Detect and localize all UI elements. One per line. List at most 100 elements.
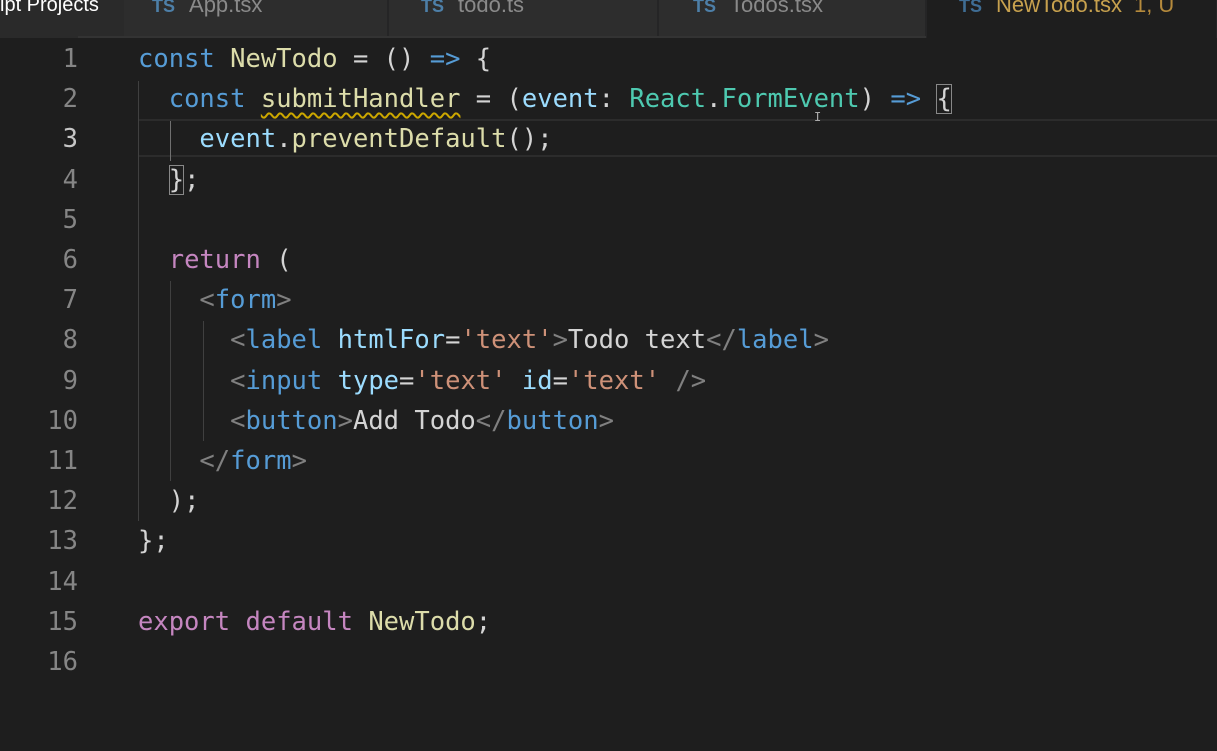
code-token: </ <box>475 405 507 436</box>
tab-todos-tsx[interactable]: TS Todos.tsx <box>659 0 926 38</box>
code-token: < <box>199 285 215 316</box>
tab-app-tsx[interactable]: TS App.tsx <box>124 0 388 38</box>
mouse-ibeam-cursor-icon: I <box>814 110 822 124</box>
line-number[interactable]: 11 <box>0 441 78 481</box>
code-token: export <box>138 606 231 637</box>
code-token: label <box>245 325 323 356</box>
code-text[interactable]: <button>Add Todo</button> <box>138 401 614 441</box>
line-number[interactable]: 9 <box>0 361 78 401</box>
line-number[interactable]: 8 <box>0 320 78 360</box>
code-text[interactable]: <label htmlFor='text'>Todo text</label> <box>138 320 829 360</box>
project-title-text: ipt Projects <box>0 0 99 16</box>
line-number[interactable]: 16 <box>0 642 78 682</box>
code-token: = <box>399 365 415 396</box>
code-token: Add Todo <box>352 405 476 436</box>
tab-label: Todos.tsx <box>730 0 823 17</box>
code-token: 'text' <box>460 325 553 356</box>
code-token: FormEvent <box>721 84 860 115</box>
code-line-3[interactable]: 3 event.preventDefault(); <box>0 119 1217 159</box>
code-editor[interactable]: 1 const NewTodo = () => {2 const submitHa… <box>0 38 1217 751</box>
code-line-10[interactable]: 10 <button>Add Todo</button> <box>0 401 1217 441</box>
code-token: default <box>245 606 353 637</box>
code-token: event <box>199 124 277 155</box>
typescript-icon: TS <box>959 0 983 16</box>
code-token: input <box>245 365 323 396</box>
code-line-5[interactable]: 5 <box>0 200 1217 240</box>
typescript-icon: TS <box>693 0 717 16</box>
code-text[interactable]: }; <box>138 521 169 561</box>
code-line-15[interactable]: 15 export default NewTodo; <box>0 602 1217 642</box>
code-text[interactable]: event.preventDefault(); <box>138 119 553 159</box>
code-text[interactable]: <form> <box>138 280 292 320</box>
line-number[interactable]: 6 <box>0 240 78 280</box>
tab-label: App.tsx <box>189 0 263 17</box>
code-token: label <box>736 325 814 356</box>
code-token: > <box>598 405 614 436</box>
code-token: /> <box>675 365 707 396</box>
code-token: = ( <box>460 84 522 115</box>
code-token: = <box>552 365 568 396</box>
code-token: > <box>337 405 353 436</box>
code-text[interactable]: }; <box>138 160 199 200</box>
code-token: </ <box>199 446 231 476</box>
line-number[interactable]: 12 <box>0 481 78 521</box>
code-line-1[interactable]: 1 const NewTodo = () => { <box>0 39 1217 79</box>
code-token: < <box>230 405 246 436</box>
code-line-11[interactable]: 11 </form> <box>0 441 1217 481</box>
code-token: => <box>890 84 922 115</box>
line-number[interactable]: 4 <box>0 160 78 200</box>
code-text[interactable]: return ( <box>138 240 292 280</box>
code-line-6[interactable]: 6 return ( <box>0 240 1217 280</box>
line-number[interactable]: 5 <box>0 200 78 240</box>
code-line-2[interactable]: 2 const submitHandler = (event: React.Fo… <box>0 79 1217 119</box>
code-line-12[interactable]: 12 ); <box>0 481 1217 521</box>
line-number[interactable]: 2 <box>0 79 78 119</box>
code-token: NewTodo <box>368 606 476 637</box>
code-line-16[interactable]: 16 <box>0 642 1217 682</box>
code-token: }; <box>138 526 169 557</box>
tab-newtodo-tsx[interactable]: TS NewTodo.tsx 1, U <box>927 0 1217 38</box>
code-token: type <box>337 365 400 396</box>
line-number[interactable]: 3 <box>0 119 78 159</box>
code-token: => <box>429 44 461 74</box>
typescript-icon: TS <box>152 0 176 16</box>
code-line-8[interactable]: 8 <label htmlFor='text'>Todo text</label… <box>0 320 1217 360</box>
code-token: . <box>276 124 292 155</box>
line-number[interactable]: 13 <box>0 521 78 561</box>
code-text[interactable]: </form> <box>138 441 307 481</box>
code-text[interactable]: <input type='text' id='text' /> <box>138 361 706 401</box>
tab-todo-ts[interactable]: TS todo.ts <box>389 0 658 38</box>
code-line-4[interactable]: 4 }; <box>0 160 1217 200</box>
line-number[interactable]: 7 <box>0 280 78 320</box>
code-token: ; <box>475 606 492 637</box>
code-token: (); <box>506 124 553 155</box>
code-line-13[interactable]: 13}; <box>0 521 1217 561</box>
code-line-14[interactable]: 14 <box>0 562 1217 602</box>
code-token: event <box>521 84 599 115</box>
code-text[interactable]: const NewTodo = () => { <box>138 39 491 79</box>
line-number[interactable]: 1 <box>0 39 78 79</box>
code-token: > <box>276 285 292 316</box>
code-token: : <box>598 84 630 115</box>
line-number[interactable]: 15 <box>0 602 78 642</box>
code-text[interactable]: const submitHandler = (event: React.Form… <box>138 79 952 119</box>
code-token: > <box>552 325 568 356</box>
code-token: < <box>230 365 246 396</box>
code-text[interactable]: export default NewTodo; <box>138 602 491 642</box>
code-token: Todo text <box>567 325 707 356</box>
line-number[interactable]: 14 <box>0 562 78 602</box>
code-token: = () <box>337 44 430 74</box>
line-number[interactable]: 10 <box>0 401 78 441</box>
code-text[interactable]: ); <box>138 481 200 521</box>
code-line-7[interactable]: 7 <form> <box>0 280 1217 320</box>
code-line-9[interactable]: 9 <input type='text' id='text' /> <box>0 361 1217 401</box>
